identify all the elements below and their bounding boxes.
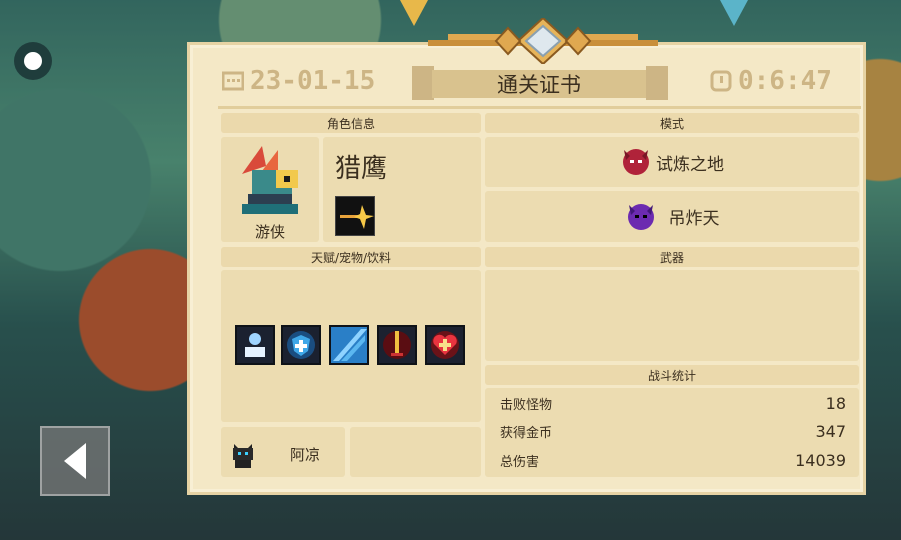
trial-demon-icon [623,149,649,175]
date-text: 23-01-15 [250,66,376,96]
dot-icon [24,52,42,70]
stat-value: 14039 [795,451,846,470]
character-class: 游侠 [254,223,285,241]
ranger-avatar-icon [242,146,298,214]
difficulty-row: 吊炸天 [485,191,859,242]
mode-row: 试炼之地 [485,137,859,187]
shield-plus-icon [281,325,321,365]
back-button[interactable] [40,426,110,496]
stat-value: 18 [825,394,846,413]
crest-ornament-icon [428,18,658,64]
clock-icon [710,70,732,92]
heart-plus-icon [425,325,465,365]
mode-name: 试炼之地 [656,154,724,175]
stat-value: 347 [815,422,846,441]
bunting-flag [720,0,748,26]
stat-row-damage: 总伤害 14039 [500,451,846,470]
mode-section-header: 模式 [485,113,859,133]
settings-button[interactable] [14,42,52,80]
stat-label: 获得金币 [500,426,553,441]
back-arrow-icon [64,443,86,479]
burst-skill-icon [340,205,374,229]
skill-slot [335,196,375,236]
spirit-icon [235,325,275,365]
talents-section-header: 天赋/宠物/饮料 [221,247,481,267]
stat-row-gold: 获得金币 347 [500,422,846,441]
black-cat-icon [233,444,253,468]
character-name: 猎鹰 [335,154,388,184]
character-section-header: 角色信息 [221,113,481,133]
purple-demon-icon [627,203,654,230]
weapons-section-header: 武器 [485,247,859,267]
pet-name: 阿凉 [290,446,321,464]
date-display: 23-01-15 [222,66,375,96]
time-display: 0:6:47 [710,66,832,96]
certificate-title: 通关证书 [432,70,646,98]
time-text: 0:6:47 [738,66,832,96]
stat-label: 总伤害 [500,455,540,470]
stat-label: 击败怪物 [500,398,553,413]
stat-row-kills: 击败怪物 18 [500,394,846,413]
ribbon-right-end [646,66,668,100]
ribbon-left-end [412,66,434,100]
blue-slash-icon [329,325,369,365]
difficulty-name: 吊炸天 [668,209,720,229]
weapons-box [485,270,859,361]
drink-box [350,427,481,477]
battle-stats-header: 战斗统计 [485,365,859,385]
bunting-flag [400,0,428,26]
red-sword-icon [377,325,417,365]
calendar-icon [222,71,244,91]
header-divider [218,106,861,109]
